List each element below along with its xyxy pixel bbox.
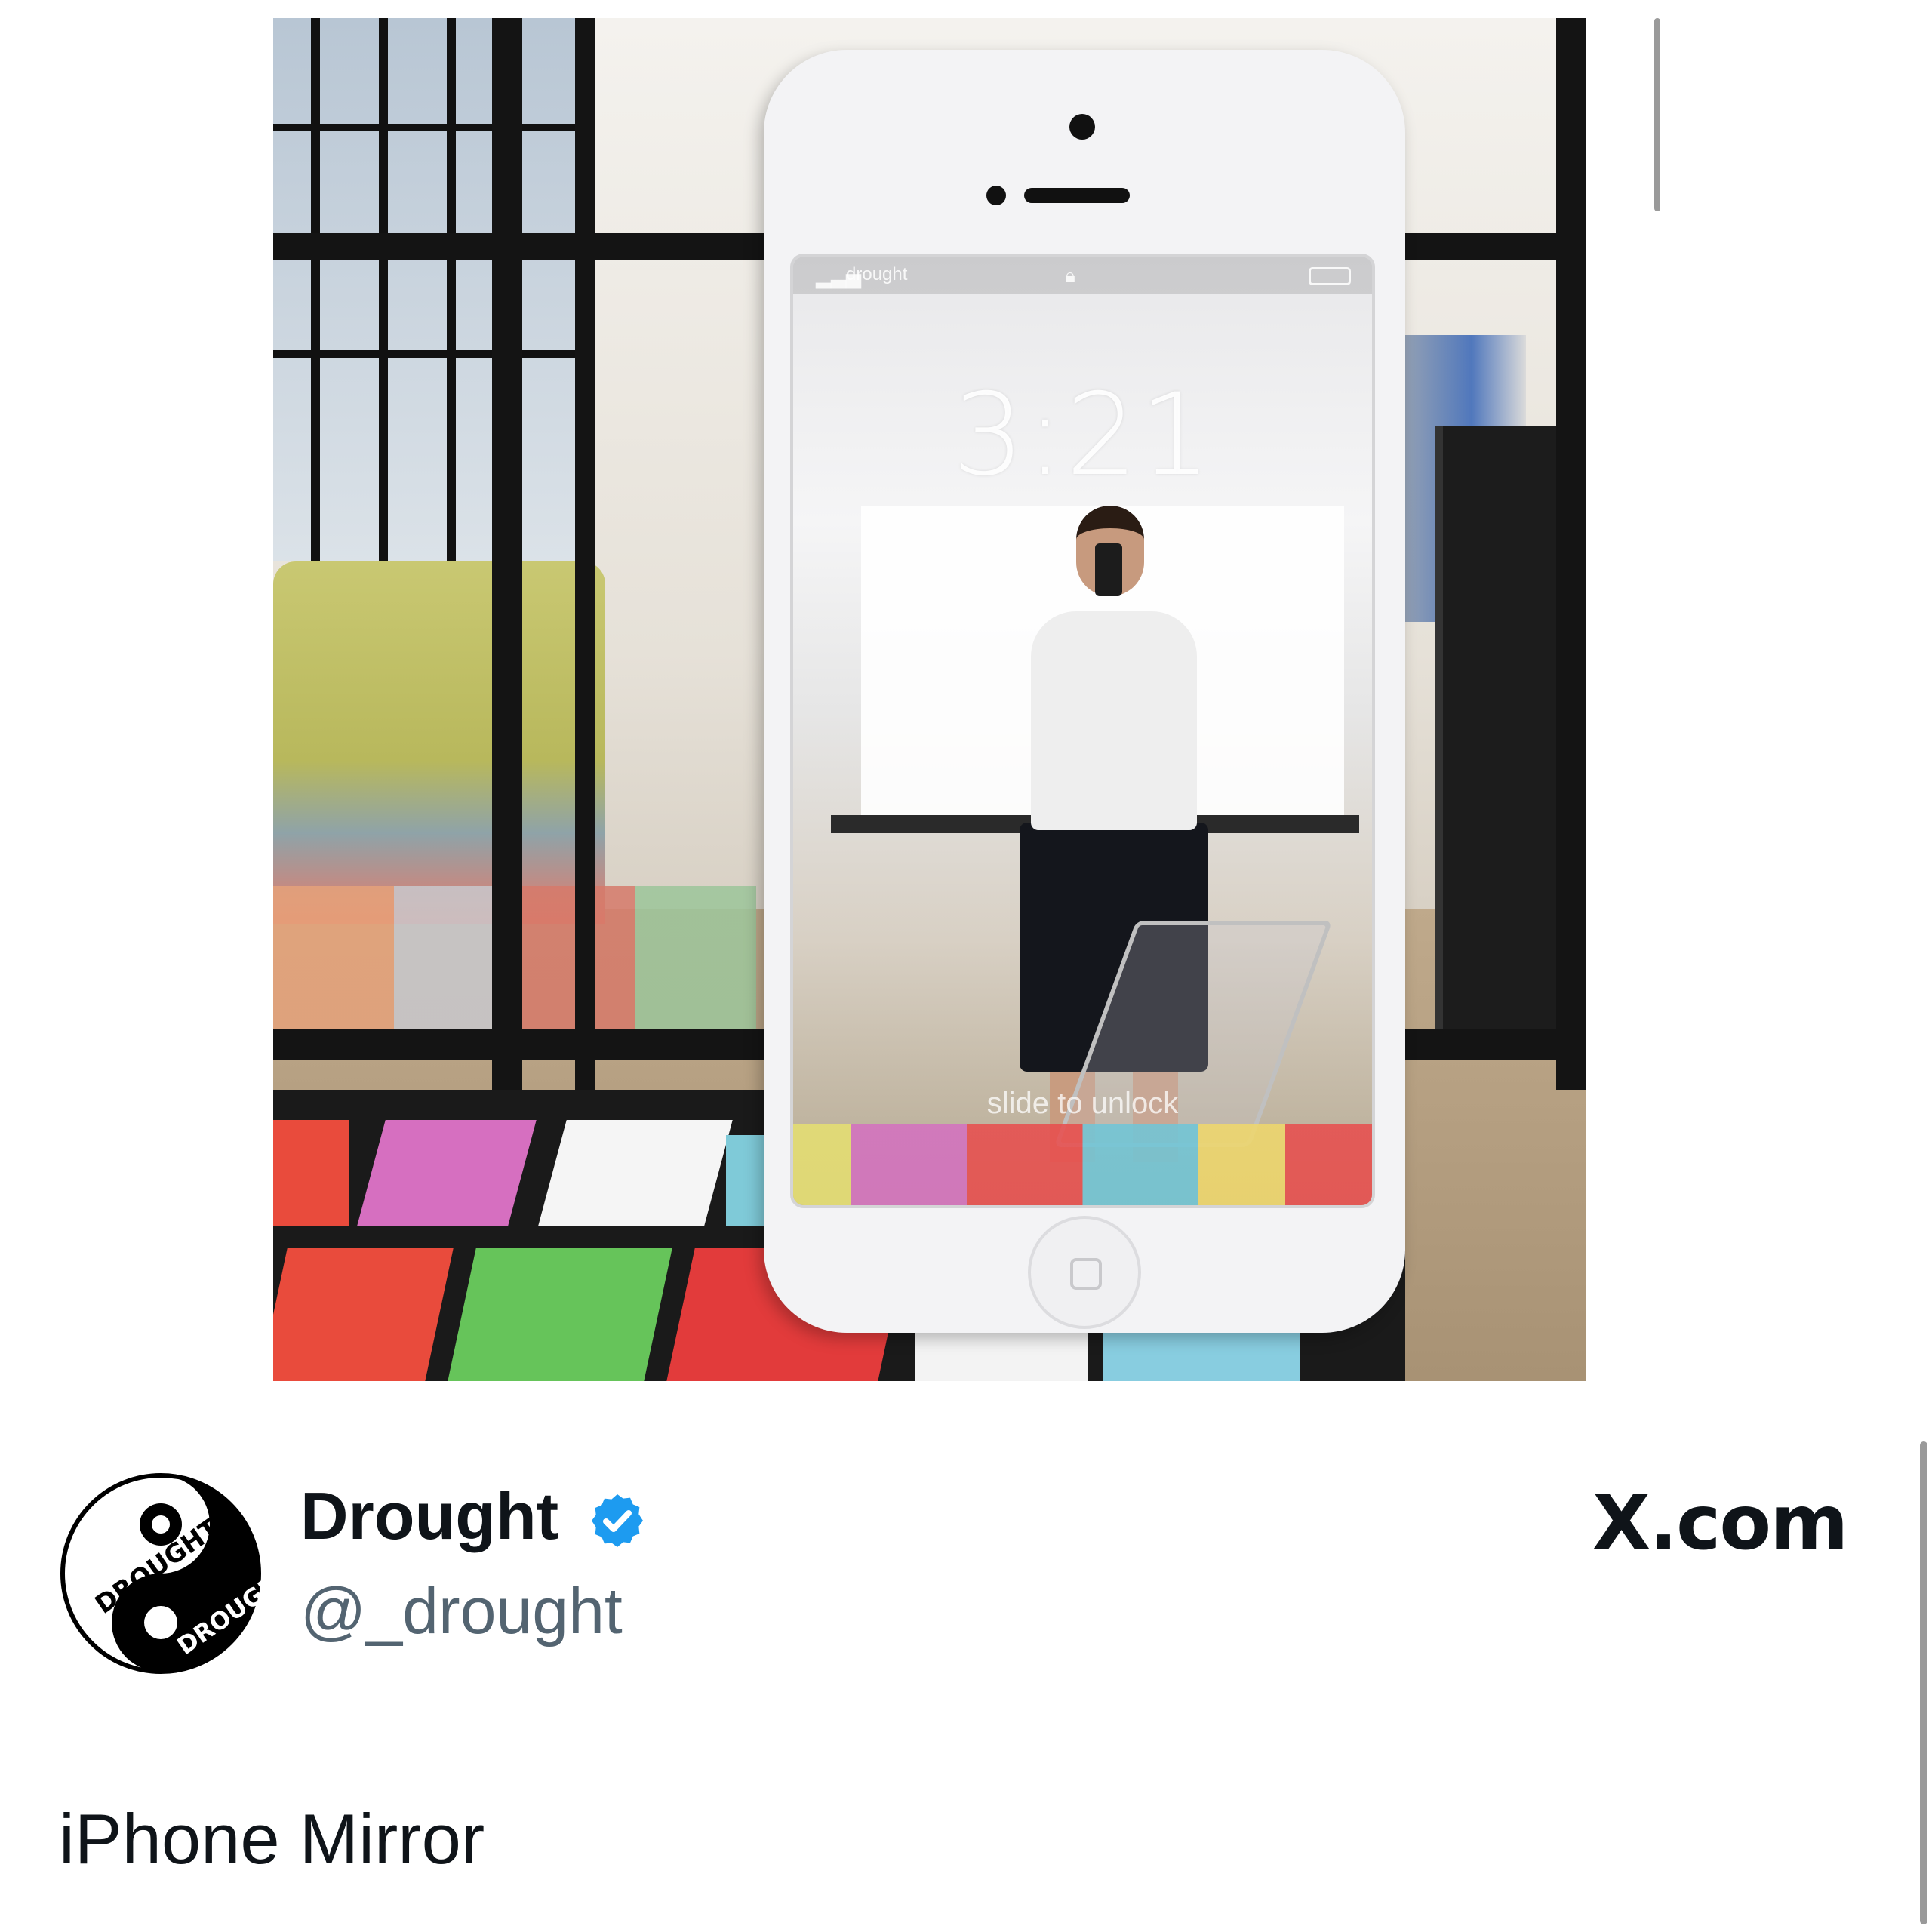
rug-tile [273,1248,454,1381]
lockscreen-time: 3:21 [952,370,1213,501]
camera-dot [1069,114,1095,140]
window-mullion [273,350,590,358]
window-left [273,18,590,561]
author-handle[interactable]: @_drought [300,1579,623,1644]
window-mullion [311,18,320,561]
lockscreen-slide-text: slide to unlock [986,1087,1179,1120]
sensor-dot [986,186,1006,205]
mirror-screen: ▂▃▅ drought 🔒︎ 3:21 slide to unlock [790,254,1375,1208]
post-text: iPhone Mirror [59,1799,485,1878]
couch [273,561,605,924]
scrollbar-top[interactable] [1654,18,1660,211]
site-logo[interactable]: X.com [1592,1485,1848,1561]
reflected-rug [793,1124,1372,1205]
glass-frame [492,18,522,1090]
verified-badge-icon [592,1494,643,1547]
author-display-name[interactable]: Drought [300,1483,558,1549]
speaker-slot [1024,188,1130,203]
glass-frame [1556,18,1586,1090]
rug-tile [273,1120,349,1226]
reflected-person-phone [1095,543,1122,596]
rug-tile [448,1248,672,1381]
lockscreen-carrier: drought [846,264,908,285]
window-mullion [447,18,456,561]
reflected-person-shirt [1031,611,1197,830]
phone-mirror: ▂▃▅ drought 🔒︎ 3:21 slide to unlock [764,50,1405,1333]
scrollbar-bottom[interactable] [1920,1441,1927,1924]
home-square-icon [1070,1258,1102,1290]
window-mullion [273,124,590,131]
rug-tile [538,1120,733,1226]
rug-tile [357,1120,537,1226]
avatar[interactable]: DROUGHT DROUGHT [59,1472,263,1675]
home-button-icon [1028,1216,1141,1329]
door [1435,426,1556,1029]
glass-frame [575,18,595,1090]
post-photo[interactable]: ▂▃▅ drought 🔒︎ 3:21 slide to unlock [273,18,1586,1381]
lockscreen-status-bar: ▂▃▅ drought 🔒︎ [793,257,1372,294]
drought-logo-icon: DROUGHT DROUGHT [60,1473,263,1674]
lock-icon: 🔒︎ [1065,264,1075,287]
battery-icon [1309,267,1351,285]
window-mullion [379,18,388,561]
